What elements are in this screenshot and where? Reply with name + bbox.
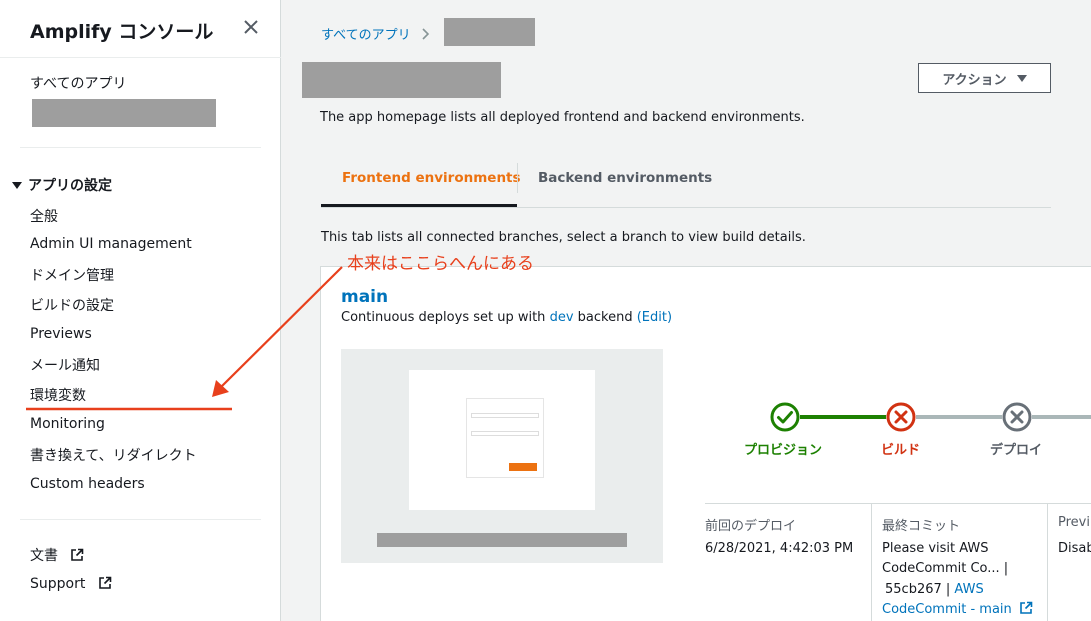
app-settings-label: アプリの設定: [28, 178, 112, 194]
pipeline-connector: [800, 415, 888, 419]
external-link-icon: [71, 548, 84, 561]
sidebar-item-build-settings[interactable]: ビルドの設定: [30, 295, 114, 315]
last-commit-label: 最終コミット: [882, 519, 961, 534]
last-commit-line1: Please visit AWS: [882, 541, 989, 556]
page-description: The app homepage lists all deployed fron…: [320, 110, 805, 125]
sidebar-item-env-vars[interactable]: 環境変数: [30, 385, 86, 405]
breadcrumb: すべてのアプリ: [321, 24, 439, 43]
deployment-screenshot[interactable]: [341, 349, 663, 563]
pipeline-connector: [916, 415, 1004, 419]
external-link-icon: [1020, 601, 1033, 614]
tab-separator: [517, 163, 518, 193]
cont-suffix: backend: [577, 310, 633, 325]
support-label: Support: [30, 576, 86, 592]
tab-frontend[interactable]: Frontend environments: [342, 170, 521, 186]
branch-name[interactable]: main: [341, 287, 388, 307]
console-title: Amplify コンソール: [30, 21, 214, 43]
sidebar-item-custom-headers[interactable]: Custom headers: [30, 476, 145, 492]
pipeline-connector: [1032, 415, 1091, 419]
edit-link[interactable]: (Edit): [637, 310, 672, 325]
thumbnail-button: [509, 463, 537, 471]
step-provision-label: プロビジョン: [744, 443, 823, 458]
screenshot-thumbnail: [409, 370, 595, 510]
sidebar-item-docs[interactable]: 文書: [30, 545, 84, 565]
last-commit-line2: CodeCommit Co... |: [882, 561, 1009, 576]
sidebar-item-all-apps[interactable]: すべてのアプリ: [30, 73, 126, 93]
sidebar-item-notifications[interactable]: メール通知: [30, 355, 100, 375]
redacted-domain-url[interactable]: [377, 533, 627, 547]
active-tab-underline: [321, 204, 517, 207]
cont-prefix: Continuous deploys set up with: [341, 310, 546, 325]
sidebar-divider: [20, 147, 261, 148]
breadcrumb-all-apps[interactable]: すべてのアプリ: [321, 24, 411, 43]
sidebar-item-general[interactable]: 全般: [30, 206, 58, 226]
thumbnail-field: [471, 413, 539, 418]
commit-hash: 55cb267 |: [885, 582, 951, 597]
tab-backend[interactable]: Backend environments: [538, 170, 712, 186]
redacted-breadcrumb-app: [444, 18, 535, 46]
continuous-deploy-text: Continuous deploys set up with dev backe…: [341, 310, 672, 325]
actions-button[interactable]: アクション: [918, 63, 1051, 93]
step-build-label: ビルド: [881, 443, 921, 458]
external-link-icon: [98, 576, 112, 589]
previews-label: Previ: [1058, 515, 1090, 530]
sidebar-item-domain[interactable]: ドメイン管理: [30, 265, 114, 285]
info-divider: [705, 503, 1091, 504]
step-deploy-label: デプロイ: [990, 443, 1043, 458]
commit-hash-line: 55cb267 | AWS: [885, 580, 984, 601]
codecommit-link[interactable]: AWS: [954, 582, 983, 597]
redacted-page-title: [302, 62, 501, 98]
success-check-icon[interactable]: [770, 402, 800, 432]
actions-label: アクション: [942, 72, 1007, 88]
thumbnail-field: [471, 431, 539, 436]
app-settings-section[interactable]: アプリの設定: [12, 175, 112, 195]
sidebar-item-admin-ui[interactable]: Admin UI management: [30, 236, 192, 252]
caret-down-icon: [12, 181, 22, 189]
redacted-app-name[interactable]: [32, 99, 216, 127]
sidebar-divider: [20, 519, 261, 520]
backend-env-link[interactable]: dev: [550, 310, 574, 325]
sidebar-divider: [0, 57, 281, 58]
last-deploy-label: 前回のデプロイ: [705, 519, 797, 534]
codecommit-branch-link[interactable]: CodeCommit - main: [882, 602, 1012, 617]
cancelled-x-icon[interactable]: [1002, 402, 1032, 432]
codecommit-link-line[interactable]: CodeCommit - main: [882, 600, 1033, 621]
close-icon[interactable]: [240, 16, 262, 38]
sidebar-item-monitoring[interactable]: Monitoring: [30, 416, 105, 432]
failed-x-icon[interactable]: [886, 402, 916, 432]
previews-value: Disab: [1058, 541, 1091, 556]
sidebar-item-support[interactable]: Support: [30, 576, 112, 592]
tab-description: This tab lists all connected branches, s…: [321, 230, 806, 245]
sidebar-item-rewrites[interactable]: 書き換えて、リダイレクト: [30, 445, 197, 465]
caret-down-icon: [1016, 74, 1027, 82]
docs-label: 文書: [30, 548, 58, 564]
sidebar-item-previews[interactable]: Previews: [30, 326, 92, 342]
annotation-text: 本来はここらへんにある: [347, 254, 534, 274]
info-column-separator: [1047, 503, 1048, 621]
environment-tabs: Frontend environments Backend environmen…: [321, 160, 1051, 208]
sidebar: Amplify コンソール すべてのアプリ アプリの設定 全般 Admin UI…: [0, 0, 281, 621]
info-column-separator: [871, 503, 872, 621]
thumbnail-form: [466, 398, 544, 478]
last-deploy-value: 6/28/2021, 4:42:03 PM: [705, 541, 854, 556]
chevron-right-icon: [422, 27, 429, 40]
